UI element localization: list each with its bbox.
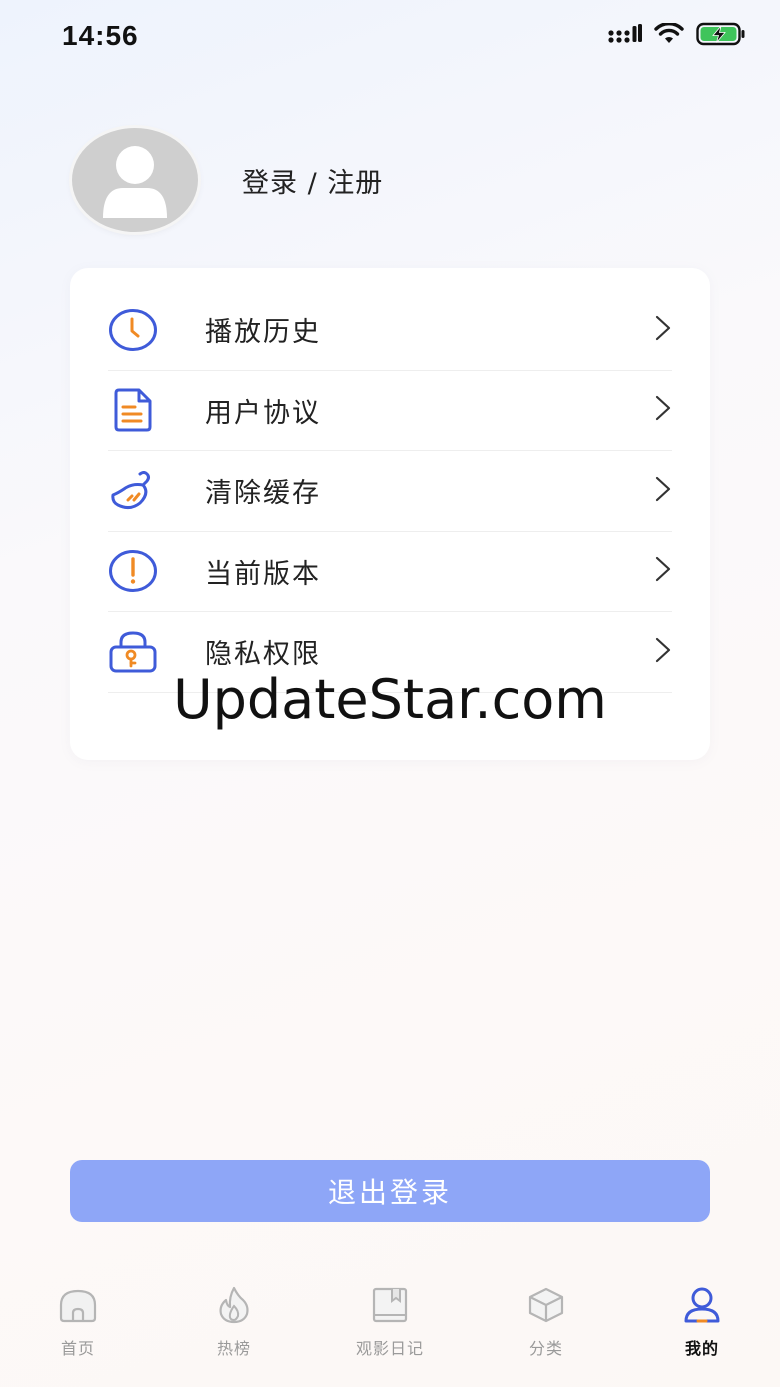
user-icon bbox=[683, 1285, 721, 1325]
cube-icon bbox=[527, 1285, 565, 1325]
tab-mine[interactable]: 我的 bbox=[624, 1285, 780, 1365]
chevron-right-icon bbox=[654, 556, 672, 586]
wifi-icon bbox=[654, 22, 684, 49]
clock-icon bbox=[108, 305, 158, 355]
chevron-right-icon bbox=[654, 315, 672, 345]
chevron-right-icon bbox=[654, 395, 672, 425]
status-time: 14:56 bbox=[62, 20, 139, 51]
settings-menu-list: 播放历史 用户协议 清除缓存 当前版本 隐私权限 bbox=[108, 290, 672, 693]
tab-label: 首页 bbox=[60, 1339, 95, 1358]
tab-label: 热榜 bbox=[216, 1339, 251, 1358]
menu-item-current-version[interactable]: 当前版本 bbox=[108, 532, 672, 612]
menu-item-label: 当前版本 bbox=[205, 558, 321, 590]
document-icon bbox=[108, 385, 158, 435]
battery-charging-icon bbox=[696, 22, 746, 50]
menu-item-play-history[interactable]: 播放历史 bbox=[108, 290, 672, 371]
home-icon bbox=[58, 1285, 98, 1325]
menu-item-label: 清除缓存 bbox=[205, 478, 321, 510]
signal-icon bbox=[608, 24, 642, 48]
tab-category[interactable]: 分类 bbox=[468, 1285, 624, 1365]
broom-icon bbox=[108, 466, 158, 516]
menu-item-label: 播放历史 bbox=[205, 317, 321, 349]
menu-item-clear-cache[interactable]: 清除缓存 bbox=[108, 451, 672, 532]
chevron-right-icon bbox=[654, 476, 672, 506]
user-avatar-icon bbox=[95, 138, 175, 222]
menu-item-user-agreement[interactable]: 用户协议 bbox=[108, 371, 672, 451]
watermark-text: UpdateStar.com bbox=[173, 668, 607, 731]
tab-home[interactable]: 首页 bbox=[0, 1285, 156, 1365]
book-icon bbox=[372, 1285, 408, 1325]
avatar[interactable] bbox=[72, 128, 198, 232]
menu-item-label: 隐私权限 bbox=[205, 639, 321, 671]
login-register-link[interactable]: 登录 / 注册 bbox=[242, 161, 383, 200]
tab-label: 观影日记 bbox=[355, 1339, 424, 1358]
tab-label: 分类 bbox=[528, 1339, 563, 1358]
chevron-right-icon bbox=[654, 637, 672, 667]
logout-button[interactable]: 退出登录 bbox=[70, 1160, 710, 1222]
tab-hot-list[interactable]: 热榜 bbox=[156, 1285, 312, 1365]
flame-icon bbox=[217, 1285, 251, 1325]
profile-header[interactable]: 登录 / 注册 bbox=[72, 128, 383, 232]
tab-movie-diary[interactable]: 观影日记 bbox=[312, 1285, 468, 1365]
menu-item-label: 用户协议 bbox=[205, 397, 321, 429]
info-icon bbox=[108, 546, 158, 596]
bottom-tab-bar: 首页 热榜 观影日记 分类 我的 bbox=[0, 1285, 780, 1365]
status-icons bbox=[608, 22, 746, 50]
status-bar: 14:56 bbox=[0, 0, 780, 70]
tab-label: 我的 bbox=[684, 1339, 719, 1358]
